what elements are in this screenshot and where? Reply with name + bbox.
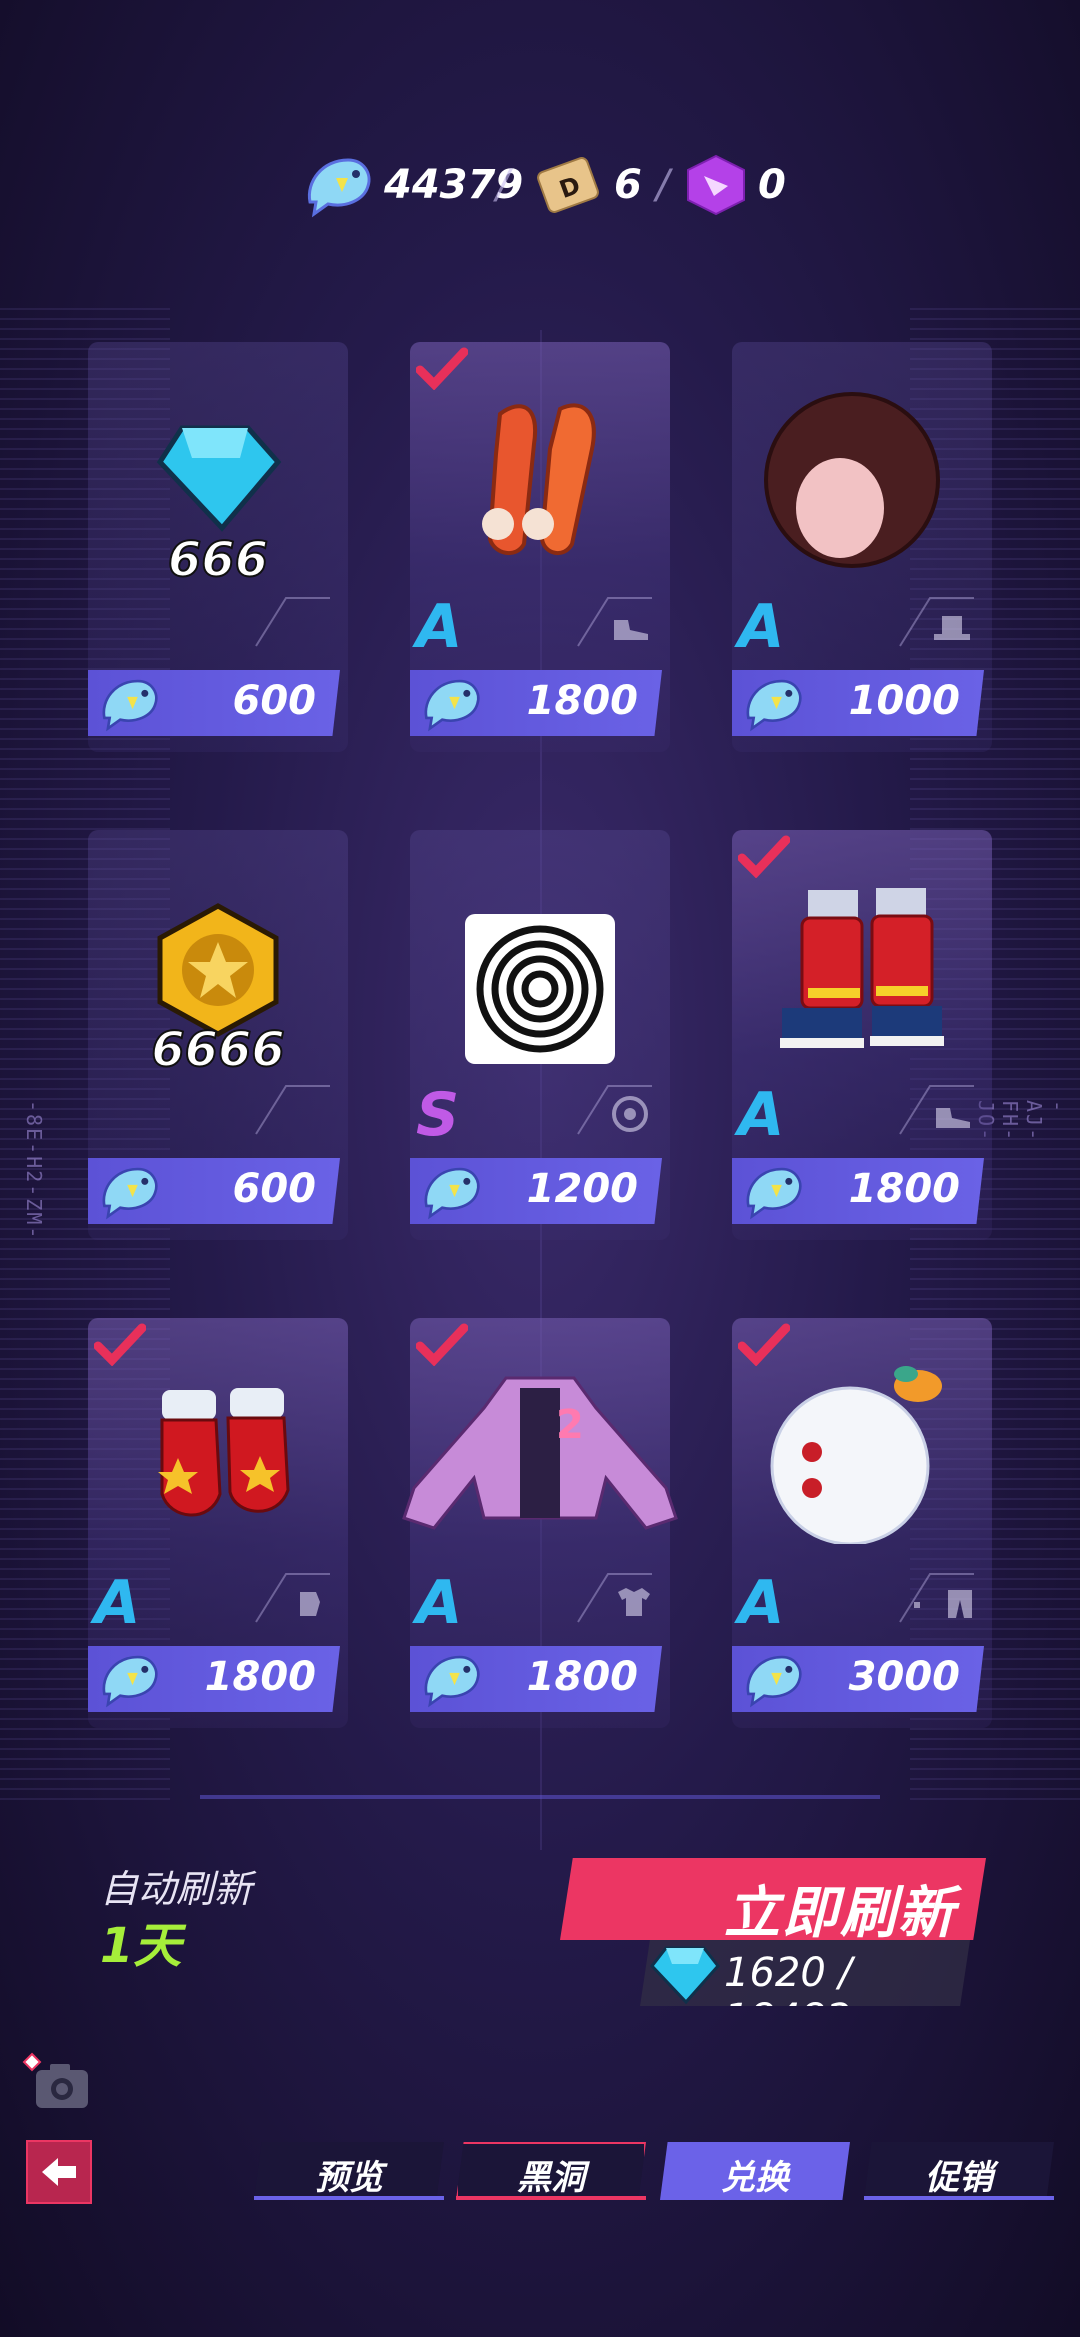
purple-cube-icon — [687, 154, 745, 216]
diamond-icon — [650, 1946, 720, 2005]
shop-item-afro-hair[interactable]: A 1000 — [732, 342, 992, 752]
shop-item-red-shoes[interactable]: A 1800 — [410, 342, 670, 752]
camera-icon[interactable] — [22, 2052, 92, 2112]
gold-coin-icon — [157, 903, 279, 1037]
currency-separator: / — [656, 162, 670, 208]
fish-icon — [424, 679, 480, 732]
tab-promotion[interactable]: 促销 — [864, 2142, 1054, 2200]
rarity-label: A — [416, 592, 463, 662]
price-value: 1800 — [848, 1166, 960, 1212]
shirt-category-icon — [577, 1573, 652, 1623]
price-value: 1800 — [526, 1654, 638, 1700]
ticket-currency: D 6 — [532, 150, 642, 220]
shop-item-red-gloves[interactable]: A 1800 — [88, 1318, 348, 1728]
refresh-now-label: 立即刷新 — [724, 1881, 956, 1944]
price-tag: 1000 — [732, 670, 984, 736]
price-value: 3000 — [848, 1654, 960, 1700]
tab-label: 兑换 — [721, 2158, 789, 2198]
fish-currency: 44379 — [302, 150, 523, 220]
rarity-label: A — [738, 1080, 785, 1150]
ticket-count: 6 — [614, 162, 642, 208]
price-tag: 3000 — [732, 1646, 984, 1712]
cube-count: 0 — [758, 162, 786, 208]
price-tag: 1800 — [410, 1646, 662, 1712]
refresh-now-button[interactable]: 立即刷新 — [560, 1858, 986, 1940]
red-shoes-icon — [482, 403, 596, 555]
shop-item-diamond[interactable]: 666 600 — [88, 342, 348, 752]
pants-category-icon — [899, 1573, 974, 1623]
price-tag: 600 — [88, 1158, 340, 1224]
currency-separator: / — [496, 162, 510, 208]
fish-icon — [746, 1167, 802, 1220]
rarity-label: A — [738, 592, 785, 662]
price-value: 600 — [232, 1166, 317, 1212]
badge-category-icon — [577, 1085, 652, 1135]
back-button[interactable] — [26, 2140, 92, 2204]
owned-check-icon — [416, 1323, 468, 1366]
svg-text:2: 2 — [556, 1402, 584, 1448]
empty-category-icon — [255, 1085, 330, 1135]
item-quantity: 666 — [167, 531, 269, 589]
item-quantity: 6666 — [150, 1021, 286, 1079]
rarity-label: A — [738, 1568, 785, 1638]
auto-refresh-label: 自动刷新 — [100, 1867, 253, 1911]
refresh-cost-value: 1620 / 18482 — [724, 1950, 852, 2042]
glove-category-icon — [255, 1573, 330, 1623]
d-ticket-icon: D — [537, 157, 599, 213]
shoe-category-icon — [899, 1085, 974, 1135]
owned-check-icon — [416, 347, 468, 390]
price-value: 1800 — [204, 1654, 316, 1700]
rarity-label: S — [416, 1080, 460, 1150]
price-tag: 600 — [88, 670, 340, 736]
auto-refresh-days: 1天 — [100, 1918, 182, 1974]
shop-item-purple-jacket[interactable]: 2 A 1800 — [402, 1318, 678, 1728]
rarity-label: A — [94, 1568, 141, 1638]
fish-icon — [102, 1167, 158, 1220]
owned-check-icon — [94, 1323, 146, 1366]
fish-icon — [102, 1655, 158, 1708]
tab-preview[interactable]: 预览 — [254, 2142, 444, 2200]
back-arrow-icon — [42, 2158, 76, 2186]
red-gloves-icon — [158, 1388, 290, 1517]
owned-check-icon — [738, 835, 790, 878]
price-tag: 1800 — [732, 1158, 984, 1224]
shop-item-snowball-costume[interactable]: A 3000 — [732, 1318, 992, 1728]
fish-icon — [746, 679, 802, 732]
rarity-label: A — [416, 1568, 463, 1638]
fish-icon — [307, 158, 371, 218]
diamond-icon — [156, 425, 282, 532]
target-badge-icon — [465, 914, 615, 1064]
shop-item-target-badge[interactable]: S 1200 — [410, 830, 670, 1240]
price-tag: 1800 — [88, 1646, 340, 1712]
fish-icon — [424, 1167, 480, 1220]
price-value: 1800 — [526, 678, 638, 724]
snowball-costume-icon — [770, 1366, 942, 1544]
currency-bar: 44379 / D 6 / 0 — [0, 150, 1080, 220]
price-value: 600 — [232, 678, 317, 724]
empty-category-icon — [255, 597, 330, 647]
red-boots-icon — [780, 888, 944, 1048]
refresh-cost: 1620 / 18482 — [640, 1940, 970, 2006]
hat-category-icon — [899, 597, 974, 647]
price-value: 1000 — [848, 678, 960, 724]
tab-label: 促销 — [925, 2158, 993, 2198]
shoe-category-icon — [577, 597, 652, 647]
purple-jacket-icon: 2 — [402, 1376, 678, 1530]
fish-icon — [102, 679, 158, 732]
fish-icon — [746, 1655, 802, 1708]
shop-item-gold-coin[interactable]: 6666 600 — [88, 830, 348, 1240]
shop-item-red-boots[interactable]: A 1800 — [732, 830, 992, 1240]
tab-exchange[interactable]: 兑换 — [660, 2142, 850, 2200]
price-tag: 1200 — [410, 1158, 662, 1224]
cube-currency: 0 — [684, 150, 786, 220]
bg-divider — [200, 1795, 880, 1799]
tab-label: 预览 — [315, 2158, 383, 2198]
fish-icon — [424, 1655, 480, 1708]
side-code-left: -8E-H2-ZM- — [22, 1100, 46, 1241]
afro-hair-icon — [764, 392, 940, 568]
tab-label: 黑洞 — [517, 2158, 585, 2198]
price-value: 1200 — [526, 1166, 638, 1212]
tab-black-hole[interactable]: 黑洞 — [456, 2142, 646, 2200]
price-tag: 1800 — [410, 670, 662, 736]
